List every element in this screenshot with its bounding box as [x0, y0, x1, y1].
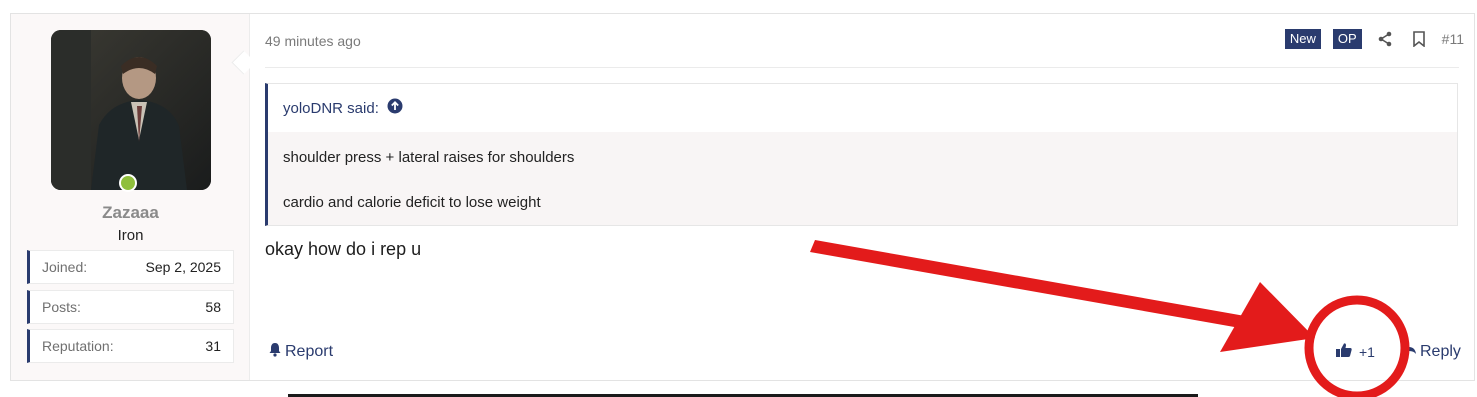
new-badge: New	[1284, 29, 1321, 49]
thumbs-up-icon	[1335, 342, 1353, 361]
bell-icon	[268, 342, 282, 362]
stat-label: Posts:	[42, 299, 81, 315]
quote-body: shoulder press + lateral raises for shou…	[268, 132, 1457, 225]
stat-reputation: Reputation: 31	[27, 329, 234, 363]
stat-value: Sep 2, 2025	[145, 259, 221, 275]
username[interactable]: Zazaaa	[11, 203, 250, 223]
post-number[interactable]: #11	[1442, 31, 1464, 47]
stat-label: Joined:	[42, 259, 88, 275]
share-icon[interactable]	[1374, 28, 1396, 50]
quote-block: yoloDNR said: shoulder press + lateral r…	[265, 83, 1458, 226]
reaction-count: +1	[1359, 343, 1375, 360]
reply-button[interactable]: Reply	[1403, 342, 1461, 361]
user-info-column: Zazaaa Iron Joined: Sep 2, 2025 Posts: 5…	[11, 14, 250, 380]
quote-line: shoulder press + lateral raises for shou…	[283, 149, 575, 166]
post-message: okay how do i rep u	[265, 239, 422, 259]
user-avatar[interactable]	[51, 30, 211, 190]
post-time[interactable]: 49 minutes ago	[265, 33, 361, 49]
post-main: 49 minutes ago New OP #11 yoloDNR said: …	[250, 14, 1474, 380]
stat-value: 58	[205, 299, 221, 315]
op-badge: OP	[1332, 29, 1362, 49]
header-divider	[265, 67, 1459, 68]
quote-header: yoloDNR said:	[268, 84, 1457, 132]
arrow-up-circle-icon[interactable]	[387, 98, 403, 118]
quote-line: cardio and calorie deficit to lose weigh…	[283, 194, 541, 211]
stat-joined: Joined: Sep 2, 2025	[27, 250, 234, 284]
stat-posts: Posts: 58	[27, 290, 234, 324]
post-header-actions: New OP #11	[1284, 28, 1464, 50]
online-status-dot	[119, 174, 137, 192]
report-label: Report	[285, 343, 334, 360]
bookmark-icon[interactable]	[1408, 28, 1430, 50]
report-button[interactable]: Report	[268, 342, 333, 362]
stat-value: 31	[205, 338, 221, 354]
reaction-button[interactable]: +1	[1335, 342, 1375, 361]
stat-label: Reputation:	[42, 338, 114, 354]
user-title: Iron	[117, 227, 144, 244]
post-container: Zazaaa Iron Joined: Sep 2, 2025 Posts: 5…	[10, 13, 1475, 381]
reply-label: Reply	[1420, 342, 1461, 360]
reply-icon	[1403, 342, 1417, 361]
quote-author[interactable]: yoloDNR said:	[283, 100, 379, 117]
